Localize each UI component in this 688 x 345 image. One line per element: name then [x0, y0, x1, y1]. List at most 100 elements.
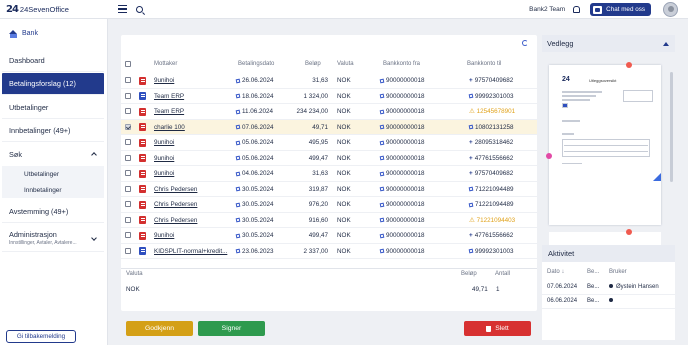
akt-col-bruker[interactable]: Bruker [609, 269, 627, 275]
edit-icon[interactable] [468, 202, 474, 207]
edit-icon[interactable] [468, 248, 474, 254]
col-valuta[interactable]: Valuta [337, 61, 354, 67]
row-dato[interactable]: 05.06.2024 [235, 139, 274, 146]
row-bankkonto-til[interactable]: +47761556662 [469, 232, 513, 239]
row-dato[interactable]: 26.06.2024 [235, 77, 274, 84]
row-dato[interactable]: 30.05.2024 [235, 201, 274, 208]
sidebar-item-innbetalinger[interactable]: Innbetalinger (49+) [2, 120, 104, 142]
row-dato[interactable]: 05.06.2024 [235, 155, 274, 162]
table-row[interactable]: KIDSPLIT-normal+kredit... 23.06.2023 2 337… [121, 244, 537, 259]
collapse-icon[interactable] [663, 40, 669, 46]
row-bankkonto-fra[interactable]: 90000000018 [379, 108, 425, 115]
row-bankkonto-til[interactable]: +47761556662 [469, 155, 513, 162]
row-dato[interactable]: 18.06.2024 [235, 93, 274, 100]
sidebar-item-utbetalinger[interactable]: Utbetalinger [2, 97, 104, 119]
refresh-icon[interactable] [522, 40, 528, 46]
row-bankkonto-fra[interactable]: 90000000018 [379, 139, 425, 146]
col-mottaker[interactable]: Mottaker [154, 61, 177, 67]
preview-scrollbar[interactable] [670, 72, 673, 182]
row-dato[interactable]: 23.06.2023 [235, 248, 274, 255]
row-mottaker[interactable]: Chris Pedersen [154, 217, 197, 224]
sign-button[interactable]: Signer [198, 321, 265, 336]
table-row[interactable]: 9unihoi 30.05.2024 499,47 NOK 90000000018 +47… [121, 228, 537, 244]
row-dato[interactable]: 30.05.2024 [235, 232, 274, 239]
pdf-icon[interactable] [139, 138, 146, 147]
col-bankkonto-fra[interactable]: Bankkonto fra [383, 61, 420, 67]
row-bankkonto-til[interactable]: 10802131258 [468, 124, 514, 131]
row-bankkonto-fra[interactable]: 90000000018 [379, 232, 425, 239]
row-checkbox[interactable] [125, 108, 131, 114]
table-row[interactable]: Team ERP 18.06.2024 1 324,00 NOK 90000000018… [121, 89, 537, 104]
delete-button[interactable]: Slett [464, 321, 531, 336]
row-checkbox[interactable] [125, 201, 131, 207]
row-bankkonto-fra[interactable]: 90000000018 [379, 248, 425, 255]
akt-col-be[interactable]: Be... [587, 269, 599, 275]
row-dato[interactable]: 30.05.2024 [235, 217, 274, 224]
row-bankkonto-fra[interactable]: 90000000018 [379, 155, 425, 162]
row-dato[interactable]: 11.06.2024 [235, 108, 273, 115]
row-mottaker[interactable]: Team ERP [154, 108, 184, 115]
row-bankkonto-fra[interactable]: 90000000018 [379, 217, 425, 224]
row-checkbox[interactable] [125, 247, 131, 254]
table-row[interactable]: 9unihoi 05.06.2024 495,95 NOK 90000000018 +28… [121, 135, 537, 151]
row-checkbox[interactable] [125, 154, 131, 161]
team-name[interactable]: Bank2 Team [529, 6, 565, 13]
row-mottaker[interactable]: 9unihoi [154, 139, 174, 146]
pdf-icon[interactable] [139, 231, 146, 240]
row-checkbox[interactable] [125, 139, 131, 145]
sidebar-item-administrasjon[interactable]: Administrasjon Innstillinger, Avtaler, A… [2, 224, 104, 252]
row-mottaker[interactable]: Chris Pedersen [154, 186, 197, 193]
row-mottaker[interactable]: 9unihoi [154, 77, 174, 84]
row-bankkonto-til[interactable]: +97570409682 [469, 170, 513, 177]
avatar[interactable] [663, 2, 678, 17]
sidebar-subitem-innbetalinger[interactable]: Innbetalinger [2, 182, 104, 198]
row-mottaker[interactable]: KIDSPLIT-normal+kredit... [154, 248, 227, 255]
row-bankkonto-fra[interactable]: 90000000018 [379, 186, 425, 193]
table-row[interactable]: Chris Pedersen 30.05.2024 976,20 NOK 9000000… [121, 197, 537, 213]
row-bankkonto-fra[interactable]: 90000000018 [379, 170, 425, 177]
pdf-icon[interactable] [139, 216, 146, 224]
bell-icon[interactable] [573, 6, 581, 13]
row-bankkonto-fra[interactable]: 90000000018 [379, 124, 425, 131]
row-bankkonto-til[interactable]: 71221094489 [468, 201, 514, 208]
pdf-icon[interactable] [139, 200, 146, 209]
chat-button[interactable]: Chat med oss [590, 3, 651, 16]
add-account-icon[interactable]: + [469, 77, 473, 84]
row-checkbox[interactable] [125, 216, 131, 223]
row-mottaker[interactable]: Chris Pedersen [154, 201, 197, 208]
row-bankkonto-til[interactable]: ⚠ 71221094403 [469, 217, 515, 224]
ehf-icon[interactable] [139, 92, 146, 100]
pdf-icon[interactable] [139, 185, 146, 193]
row-dato[interactable]: 30.05.2024 [235, 186, 274, 193]
akt-col-dato[interactable]: Dato ↓ [547, 269, 564, 275]
table-row[interactable]: 9unihoi 26.06.2024 31,63 NOK 90000000018 +975… [121, 73, 537, 89]
row-mottaker[interactable]: Team ERP [154, 93, 184, 100]
sidebar-item-avstemming[interactable]: Avstemming (49+) [2, 201, 104, 223]
sidebar-item-dashboard[interactable]: Dashboard [2, 50, 104, 72]
row-mottaker[interactable]: 9unihoi [154, 155, 174, 162]
row-checkbox[interactable] [125, 232, 131, 238]
row-bankkonto-til[interactable]: 99992301003 [468, 93, 514, 100]
ehf-icon[interactable] [139, 247, 146, 255]
add-account-icon[interactable]: + [469, 232, 473, 239]
table-row[interactable]: charlie 100 07.06.2024 49,71 NOK 90000000018… [121, 119, 537, 135]
pdf-icon[interactable] [139, 154, 146, 162]
table-row[interactable]: Team ERP 11.06.2024 234 234,00 NOK 900000000… [121, 104, 537, 120]
edit-icon[interactable] [468, 124, 474, 130]
select-all-checkbox[interactable] [125, 61, 131, 67]
row-dato[interactable]: 07.06.2024 [235, 124, 274, 131]
pdf-icon[interactable] [139, 76, 146, 85]
pdf-icon[interactable] [139, 123, 146, 131]
row-checkbox[interactable] [125, 170, 131, 176]
pdf-icon[interactable] [139, 107, 146, 116]
vedlegg-header[interactable]: Vedlegg [542, 35, 675, 52]
sidebar-subitem-utbetalinger[interactable]: Utbetalinger [2, 166, 104, 182]
row-bankkonto-til[interactable]: ⚠ 12545678901 [469, 108, 515, 115]
row-checkbox[interactable] [125, 185, 131, 192]
menu-icon[interactable] [118, 5, 127, 13]
approve-button[interactable]: Godkjenn [126, 321, 193, 336]
row-bankkonto-fra[interactable]: 90000000018 [379, 201, 425, 208]
sidebar-header[interactable]: Bank [0, 19, 107, 39]
row-bankkonto-til[interactable]: 71221094489 [468, 186, 514, 193]
row-checkbox[interactable] [125, 92, 131, 99]
